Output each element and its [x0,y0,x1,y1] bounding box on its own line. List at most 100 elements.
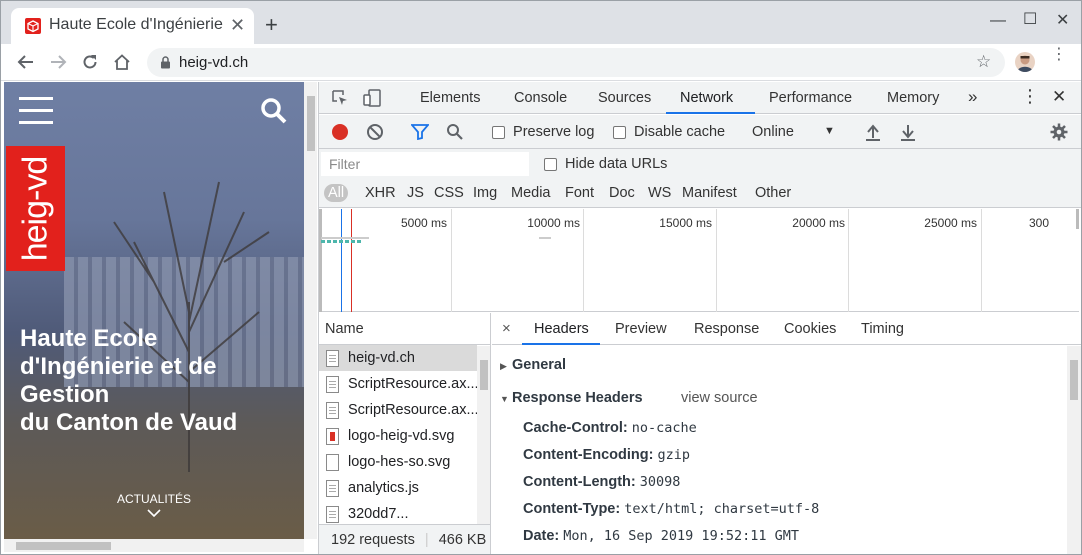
search-icon[interactable] [260,97,288,125]
request-row[interactable]: logo-hes-so.svg [319,449,477,475]
hero-title-line: Gestion [20,381,110,408]
disable-cache-checkbox[interactable]: Disable cache [613,124,725,140]
site-favicon-icon [25,18,41,34]
page-horizontal-scrollbar[interactable] [4,539,304,552]
response-headers-toggle[interactable]: ▼ Response Headers [500,390,643,406]
export-har-icon[interactable] [900,123,916,141]
filter-img[interactable]: Img [473,185,497,201]
browser-menu-icon[interactable]: ⋮ [1051,47,1067,63]
news-link[interactable]: ACTUALITÉS [4,492,304,520]
preserve-log-checkbox[interactable]: Preserve log [492,124,594,140]
checkbox-box[interactable] [544,157,557,171]
close-window-icon[interactable]: ✕ [1056,13,1069,29]
search-network-icon[interactable] [446,123,464,141]
tab-close-icon[interactable]: ✕ [230,16,245,34]
expand-triangle-icon: ▶ [500,361,507,371]
details-scrollbar[interactable] [1067,346,1081,554]
active-tab-indicator [666,112,755,114]
header-key: Cache-Control: [523,420,628,436]
request-row[interactable]: heig-vd.ch [319,345,477,371]
filter-all[interactable]: All [324,184,349,202]
filter-xhr[interactable]: XHR [365,185,396,201]
preserve-log-label: Preserve log [513,124,595,140]
minimize-icon[interactable]: — [990,13,1006,29]
tab-headers[interactable]: Headers [534,321,589,337]
request-list-scrollbar[interactable] [477,346,490,524]
request-name: ScriptResource.ax... [348,376,477,392]
scroll-thumb[interactable] [16,542,111,550]
hamburger-menu-icon[interactable] [19,97,53,133]
request-row[interactable]: ScriptResource.ax... [319,371,477,397]
heig-vd-logo[interactable]: heig-vd [6,146,65,271]
device-toolbar-icon[interactable] [363,89,383,107]
settings-gear-icon[interactable] [1050,123,1068,141]
address-bar[interactable]: heig-vd.ch ☆ [147,48,1005,77]
timeline-gridline [583,209,584,312]
request-row[interactable]: analytics.js [319,475,477,501]
general-label: General [512,357,566,373]
reload-icon[interactable] [79,51,101,73]
new-tab-button[interactable]: + [265,14,278,36]
tab-timing[interactable]: Timing [861,321,904,337]
page-vertical-scrollbar[interactable] [304,82,317,539]
header-value: no-cache [631,420,697,436]
import-har-icon[interactable] [865,123,881,141]
bookmark-star-icon[interactable]: ☆ [976,52,991,72]
request-name: 320dd7... [348,506,409,522]
devtools-menu-icon[interactable]: ⋮ [1021,86,1039,107]
checkbox-box[interactable] [492,125,505,139]
filter-manifest[interactable]: Manifest [682,185,737,201]
scroll-thumb[interactable] [480,360,488,390]
filter-doc[interactable]: Doc [609,185,635,201]
filter-ws[interactable]: WS [648,185,671,201]
inspect-element-icon[interactable] [331,89,349,107]
browser-tab[interactable]: Haute Ecole d'Ingénierie ✕ [11,8,254,44]
profile-avatar[interactable] [1015,52,1035,72]
timeline-selection-handle[interactable] [319,209,322,312]
hide-data-urls-label: Hide data URLs [565,156,668,172]
filter-js[interactable]: JS [407,185,424,201]
tab-memory[interactable]: Memory [887,90,939,106]
tab-performance[interactable]: Performance [769,90,852,106]
scroll-thumb[interactable] [1070,360,1078,400]
tab-cookies[interactable]: Cookies [784,321,836,337]
filter-other[interactable]: Other [755,185,791,201]
view-source-link[interactable]: view source [681,390,758,406]
timeline-selection-handle[interactable] [1076,209,1079,229]
throttling-select[interactable]: Online [752,124,794,140]
hide-data-urls-checkbox[interactable]: Hide data URLs [544,156,667,172]
filter-funnel-icon[interactable] [411,124,429,140]
tab-console[interactable]: Console [514,90,567,106]
request-row[interactable]: logo-heig-vd.svg [319,423,477,449]
checkbox-box[interactable] [613,125,626,139]
filter-bar: Filter Hide data URLs [319,149,1081,180]
header-row: Date: Mon, 16 Sep 2019 19:52:11 GMT [523,528,799,544]
close-devtools-icon[interactable]: ✕ [1052,87,1066,107]
dropdown-arrow-icon[interactable]: ▼ [824,125,835,137]
back-arrow-icon[interactable] [15,51,37,73]
filter-font[interactable]: Font [565,185,594,201]
home-icon[interactable] [111,51,133,73]
name-column-header[interactable]: Name [319,313,490,345]
clear-icon[interactable] [366,123,384,141]
tab-sources[interactable]: Sources [598,90,651,106]
record-icon[interactable] [331,123,349,141]
filter-input[interactable]: Filter [321,152,529,176]
tab-network[interactable]: Network [680,90,733,106]
filter-css[interactable]: CSS [434,185,464,201]
network-overview-timeline[interactable]: 5000 ms 10000 ms 15000 ms 20000 ms 25000… [319,209,1079,312]
general-section-toggle[interactable]: ▶ General [500,357,566,373]
filter-media[interactable]: Media [511,185,551,201]
close-details-icon[interactable]: × [502,320,511,337]
network-toolbar: Preserve log Disable cache Online ▼ [319,115,1081,149]
url-text: heig-vd.ch [179,54,249,71]
header-key: Content-Length: [523,474,636,490]
maximize-icon[interactable]: ☐ [1023,12,1037,28]
scroll-thumb[interactable] [307,96,315,151]
tab-preview[interactable]: Preview [615,321,667,337]
tab-elements[interactable]: Elements [420,90,480,106]
tab-response[interactable]: Response [694,321,759,337]
request-row[interactable]: ScriptResource.ax... [319,397,477,423]
forward-arrow-icon[interactable] [47,51,69,73]
more-tabs-button[interactable]: » [968,87,977,107]
